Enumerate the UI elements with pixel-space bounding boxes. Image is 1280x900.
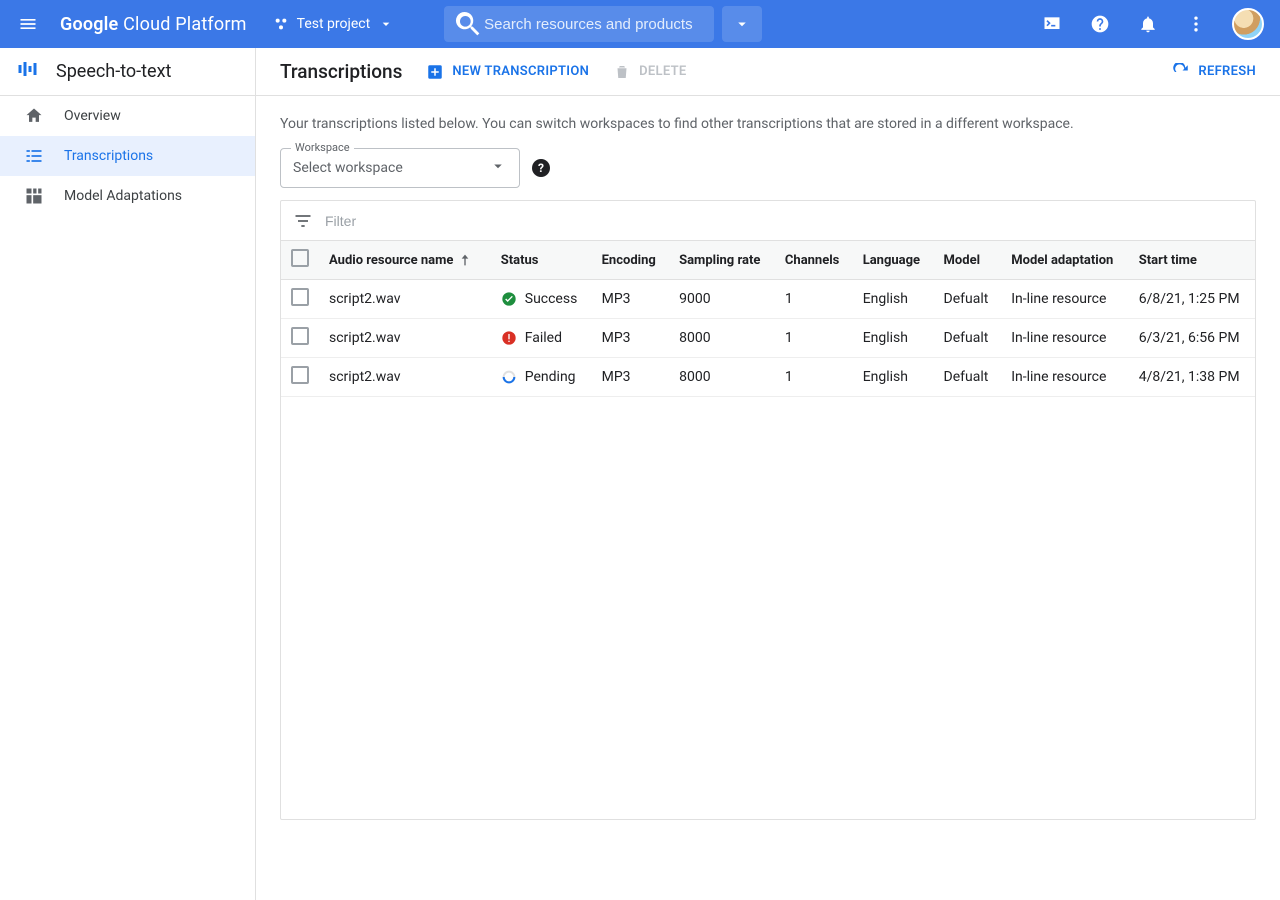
main-area: Transcriptions NEW TRANSCRIPTION DELETE … <box>256 48 1280 900</box>
trash-icon <box>613 63 631 81</box>
col-model[interactable]: Model <box>934 241 1002 280</box>
cell-language: English <box>853 358 934 397</box>
cell-name: script2.wav <box>319 358 491 397</box>
cell-start: 6/3/21, 6:56 PM <box>1129 319 1255 358</box>
bell-icon <box>1138 14 1158 34</box>
page-header: Transcriptions NEW TRANSCRIPTION DELETE … <box>256 48 1280 96</box>
caret-down-icon <box>489 157 507 179</box>
cell-channels: 1 <box>775 319 853 358</box>
col-adaptation[interactable]: Model adaptation <box>1001 241 1129 280</box>
account-avatar[interactable] <box>1232 8 1264 40</box>
cell-status: Pending <box>491 358 592 397</box>
search-input[interactable] <box>484 16 706 33</box>
menu-button[interactable] <box>8 4 48 44</box>
col-encoding[interactable]: Encoding <box>592 241 669 280</box>
select-all-checkbox[interactable] <box>291 249 309 267</box>
sidebar-item-transcriptions[interactable]: Transcriptions <box>0 136 255 176</box>
col-language[interactable]: Language <box>853 241 934 280</box>
cell-adaptation: In-line resource <box>1001 319 1129 358</box>
col-sampling[interactable]: Sampling rate <box>669 241 775 280</box>
cell-start: 6/8/21, 1:25 PM <box>1129 280 1255 319</box>
project-icon <box>273 16 289 32</box>
product-name: Speech-to-text <box>56 61 171 82</box>
add-box-icon <box>426 63 444 81</box>
table-row[interactable]: script2.wavSuccessMP390001EnglishDefualt… <box>281 280 1255 319</box>
product-logo-icon <box>16 57 40 86</box>
workspace-label: Workspace <box>291 141 354 154</box>
sidebar-item-overview[interactable]: Overview <box>0 96 255 136</box>
row-checkbox[interactable] <box>291 366 309 384</box>
col-name[interactable]: Audio resource name <box>319 241 491 280</box>
project-name: Test project <box>297 16 371 32</box>
cell-model: Defualt <box>934 358 1002 397</box>
cell-sampling: 9000 <box>669 280 775 319</box>
cell-name: script2.wav <box>319 280 491 319</box>
sidebar: Speech-to-text Overview Transcriptions M… <box>0 48 256 900</box>
page-title: Transcriptions <box>280 60 402 83</box>
cell-adaptation: In-line resource <box>1001 280 1129 319</box>
list-icon <box>24 146 44 166</box>
project-picker[interactable]: Test project <box>263 6 405 42</box>
filter-row <box>281 201 1255 241</box>
more-vert-icon <box>1186 14 1206 34</box>
product-header: Speech-to-text <box>0 48 255 96</box>
top-app-bar: Google Cloud Platform Test project <box>0 0 1280 48</box>
table-row[interactable]: script2.wavFailedMP380001EnglishDefualtI… <box>281 319 1255 358</box>
refresh-icon <box>1172 63 1190 81</box>
row-checkbox[interactable] <box>291 288 309 306</box>
workspace-selected: Select workspace <box>293 160 403 176</box>
cell-name: script2.wav <box>319 319 491 358</box>
workspace-help-button[interactable]: ? <box>532 159 550 177</box>
sidebar-item-label: Model Adaptations <box>64 188 182 204</box>
cell-language: English <box>853 280 934 319</box>
cell-adaptation: In-line resource <box>1001 358 1129 397</box>
row-checkbox[interactable] <box>291 327 309 345</box>
cell-encoding: MP3 <box>592 280 669 319</box>
page-description: Your transcriptions listed below. You ca… <box>280 116 1256 132</box>
col-channels[interactable]: Channels <box>775 241 853 280</box>
cell-channels: 1 <box>775 358 853 397</box>
cell-sampling: 8000 <box>669 319 775 358</box>
cell-encoding: MP3 <box>592 358 669 397</box>
caret-down-icon <box>378 16 394 32</box>
search-scope-dropdown[interactable] <box>722 6 762 42</box>
sidebar-item-label: Overview <box>64 108 121 124</box>
cell-status: Failed <box>491 319 592 358</box>
workspace-select[interactable]: Workspace Select workspace <box>280 148 520 188</box>
cell-encoding: MP3 <box>592 319 669 358</box>
refresh-button[interactable]: REFRESH <box>1172 63 1256 81</box>
hamburger-icon <box>18 14 38 34</box>
cloud-shell-icon <box>1042 14 1062 34</box>
cell-sampling: 8000 <box>669 358 775 397</box>
search-icon <box>452 8 484 40</box>
filter-icon <box>293 211 313 231</box>
cell-model: Defualt <box>934 280 1002 319</box>
help-button[interactable] <box>1080 4 1120 44</box>
transcriptions-table: Audio resource name Status Encoding Samp… <box>281 241 1255 397</box>
delete-button: DELETE <box>613 63 686 81</box>
transcriptions-table-card: Audio resource name Status Encoding Samp… <box>280 200 1256 820</box>
help-icon <box>1090 14 1110 34</box>
sidebar-item-model-adaptations[interactable]: Model Adaptations <box>0 176 255 216</box>
col-start[interactable]: Start time <box>1129 241 1255 280</box>
cell-status: Success <box>491 280 592 319</box>
cell-model: Defualt <box>934 319 1002 358</box>
sidebar-item-label: Transcriptions <box>64 148 153 164</box>
search-box[interactable] <box>444 6 714 42</box>
col-status[interactable]: Status <box>491 241 592 280</box>
cell-language: English <box>853 319 934 358</box>
cloud-shell-button[interactable] <box>1032 4 1072 44</box>
sort-asc-icon <box>457 252 473 268</box>
home-icon <box>24 106 44 126</box>
table-row[interactable]: script2.wavPendingMP380001EnglishDefualt… <box>281 358 1255 397</box>
notifications-button[interactable] <box>1128 4 1168 44</box>
filter-input[interactable] <box>325 213 1243 229</box>
new-transcription-button[interactable]: NEW TRANSCRIPTION <box>426 63 589 81</box>
caret-down-icon <box>733 15 751 33</box>
brand-title: Google Cloud Platform <box>56 14 255 35</box>
cell-start: 4/8/21, 1:38 PM <box>1129 358 1255 397</box>
grid-icon <box>24 186 44 206</box>
more-button[interactable] <box>1176 4 1216 44</box>
cell-channels: 1 <box>775 280 853 319</box>
